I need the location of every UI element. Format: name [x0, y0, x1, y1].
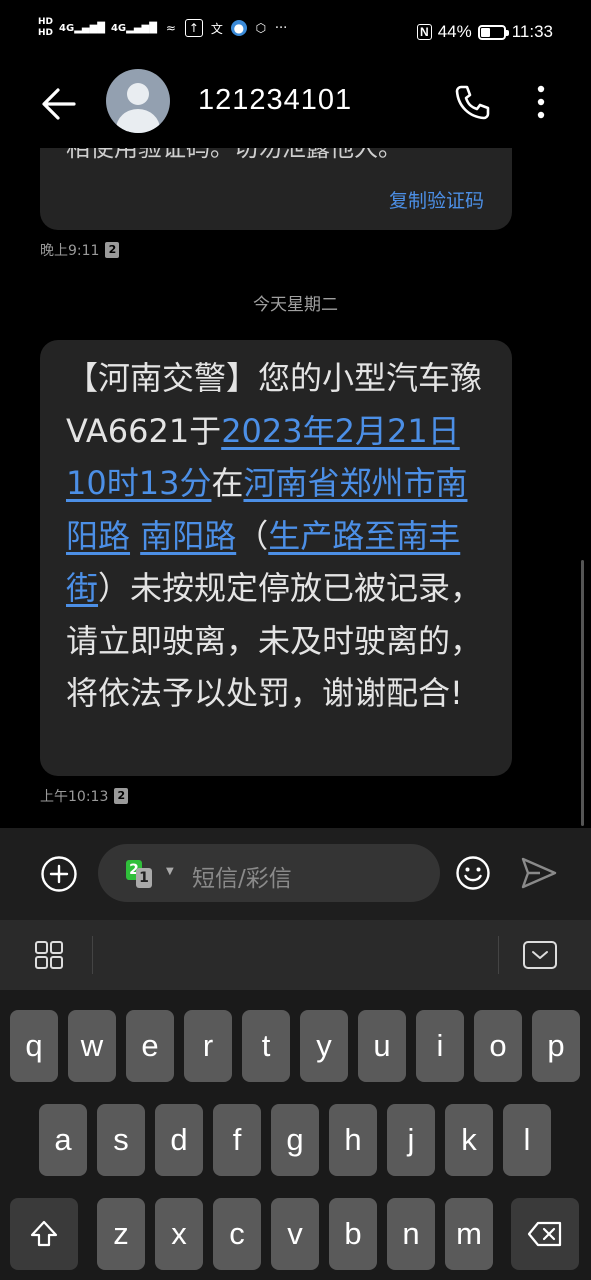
date-separator: 今天星期二 [253, 295, 338, 315]
backspace-key[interactable] [511, 1198, 579, 1270]
browser-icon: ● [230, 20, 247, 36]
hd-1: HD [38, 17, 54, 27]
sim-badge: 2 [114, 788, 129, 804]
key-l[interactable]: l [503, 1104, 551, 1176]
status-left: HD HD 4G▂▄▆█ 4G▂▄▆█ ≈ ↑ 文 ● ⬡ ··· [38, 18, 287, 38]
sim2-signal: 4G▂▄▆█ [110, 22, 157, 34]
key-b[interactable]: b [329, 1198, 377, 1270]
compose-bar: 2 1 ▼ 短信/彩信 [0, 828, 591, 920]
shield-icon: ⬡ [255, 21, 267, 35]
key-z[interactable]: z [97, 1198, 145, 1270]
key-v[interactable]: v [271, 1198, 319, 1270]
previous-message-time: 晚上9:11 [40, 243, 100, 259]
key-i[interactable]: i [416, 1010, 464, 1082]
key-e[interactable]: e [126, 1010, 174, 1082]
sim1-signal: 4G▂▄▆█ [59, 22, 105, 34]
status-bar: HD HD 4G▂▄▆█ 4G▂▄▆█ ≈ ↑ 文 ● ⬡ ··· N 44% … [0, 0, 591, 66]
previous-message-meta: 晚上9:11 2 [40, 240, 120, 260]
send-icon [521, 857, 557, 889]
wifi-icon: ≈ [165, 21, 176, 35]
message-input[interactable]: 2 1 ▼ 短信/彩信 [98, 844, 440, 902]
divider [498, 936, 499, 974]
sim-selector[interactable]: 2 1 ▼ [126, 860, 174, 888]
key-q[interactable]: q [10, 1010, 58, 1082]
key-m[interactable]: m [445, 1198, 493, 1270]
more-indicators: ··· [274, 20, 288, 36]
shift-icon [30, 1220, 58, 1247]
input-placeholder: 短信/彩信 [192, 866, 292, 892]
battery-percent: 44% [437, 22, 472, 41]
key-o[interactable]: o [474, 1010, 522, 1082]
sim-badge: 2 [105, 242, 120, 258]
smiley-icon [456, 856, 490, 890]
hd-2: HD [38, 28, 54, 38]
key-g[interactable]: g [271, 1104, 319, 1176]
status-right: N 44% 11:33 [417, 22, 553, 42]
contact-avatar[interactable] [106, 69, 170, 133]
back-button[interactable] [38, 82, 82, 126]
message-bubble-traffic[interactable]: 【河南交警】您的小型汽车豫VA6621于2023年2月21日10时13分在河南省… [40, 340, 512, 776]
avatar-body [116, 109, 160, 133]
phone-icon [455, 85, 490, 120]
message-list[interactable]: 相使用验证码。切勿泄露他人。 复制验证码 晚上9:11 2 今天星期二 【河南交… [0, 148, 591, 828]
grid-icon [35, 941, 63, 969]
key-y[interactable]: y [300, 1010, 348, 1082]
translate-icon: 文 [210, 21, 223, 36]
scrollbar[interactable] [581, 560, 584, 826]
keyboard-hide-icon [523, 941, 557, 969]
arrow-left-icon [42, 88, 76, 120]
key-h[interactable]: h [329, 1104, 377, 1176]
shift-key[interactable] [10, 1198, 78, 1270]
nfc-icon: N [417, 24, 432, 40]
key-n[interactable]: n [387, 1198, 435, 1270]
link-location-road[interactable]: 南阳路 [140, 517, 236, 555]
send-button[interactable] [520, 856, 558, 890]
hd-indicators: HD HD [38, 18, 53, 38]
battery-icon [477, 24, 509, 40]
key-u[interactable]: u [358, 1010, 406, 1082]
key-w[interactable]: w [68, 1010, 116, 1082]
message-bubble-previous[interactable]: 相使用验证码。切勿泄露他人。 复制验证码 [40, 148, 512, 230]
sim-1-icon: 1 [136, 868, 152, 888]
upload-icon: ↑ [184, 19, 203, 37]
message-text: 【河南交警】您的小型汽车豫VA6621于2023年2月21日10时13分在河南省… [66, 359, 483, 712]
emoji-button[interactable] [455, 855, 491, 891]
divider [92, 936, 93, 974]
avatar-head [127, 83, 149, 105]
call-button[interactable] [452, 82, 492, 122]
copy-code-button[interactable]: 复制验证码 [389, 186, 484, 213]
key-f[interactable]: f [213, 1104, 261, 1176]
contact-number[interactable]: 121234101 [198, 84, 352, 117]
key-j[interactable]: j [387, 1104, 435, 1176]
more-options-button[interactable] [528, 82, 554, 122]
add-attachment-button[interactable] [40, 855, 78, 893]
plus-circle-icon [41, 856, 77, 892]
key-t[interactable]: t [242, 1010, 290, 1082]
key-s[interactable]: s [97, 1104, 145, 1176]
key-p[interactable]: p [532, 1010, 580, 1082]
key-a[interactable]: a [39, 1104, 87, 1176]
backspace-icon [527, 1221, 562, 1247]
key-d[interactable]: d [155, 1104, 203, 1176]
previous-message-text: 相使用验证码。切勿泄露他人。 [66, 148, 402, 162]
clock: 11:33 [511, 22, 553, 41]
chevron-down-icon: ▼ [166, 866, 174, 877]
key-c[interactable]: c [213, 1198, 261, 1270]
keyboard: qwertyuiop asdfghjkl zxcvbnm [0, 990, 591, 1280]
message-time: 上午10:13 [40, 789, 109, 805]
keyboard-menu-button[interactable] [34, 940, 64, 970]
key-r[interactable]: r [184, 1010, 232, 1082]
hide-keyboard-button[interactable] [522, 940, 558, 970]
key-x[interactable]: x [155, 1198, 203, 1270]
message-meta: 上午10:13 2 [40, 786, 129, 806]
key-k[interactable]: k [445, 1104, 493, 1176]
keyboard-toolbar [0, 920, 591, 990]
more-vertical-icon [537, 85, 545, 119]
